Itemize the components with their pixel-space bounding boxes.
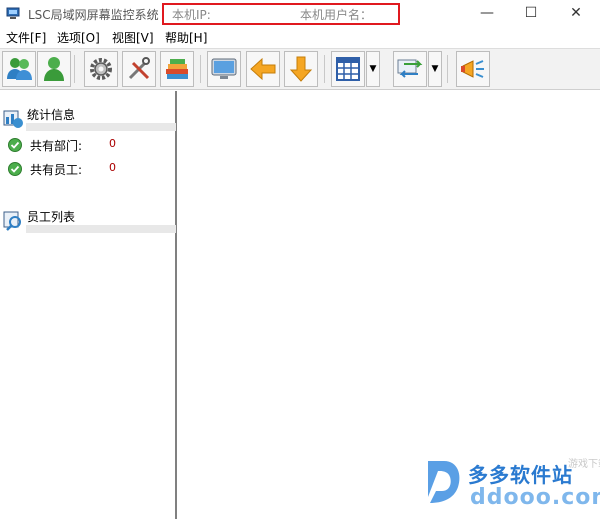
departments-label: 共有部门: <box>30 139 83 153</box>
statistics-title: 统计信息 <box>27 108 76 122</box>
layout-dropdown[interactable]: ▼ <box>366 51 380 87</box>
user-button[interactable] <box>37 51 71 87</box>
statistics-icon <box>3 110 23 128</box>
users-button[interactable] <box>2 51 36 87</box>
megaphone-icon <box>461 60 484 78</box>
user-icon <box>44 57 64 81</box>
menu-file[interactable]: 文件[F] <box>6 29 46 46</box>
left-panel: 统计信息 共有部门: 0 共有员工: 0 员工列表 <box>0 91 177 519</box>
title-bar: LSC局域网屏幕监控系统 本机IP: 本机用户名： — ☐ ✕ <box>0 0 600 26</box>
employee-list-icon <box>3 211 21 231</box>
tools-icon <box>128 57 150 80</box>
check-icon <box>8 162 22 176</box>
menu-help[interactable]: 帮助[H] <box>165 29 207 46</box>
employees-row: 共有员工: 0 <box>8 160 176 178</box>
host-ip-label: 本机IP: <box>172 8 211 22</box>
check-icon <box>8 138 22 152</box>
toolbar-separator <box>447 55 448 83</box>
layout-button[interactable] <box>331 51 365 87</box>
close-button[interactable]: ✕ <box>553 0 599 26</box>
section-divider <box>26 123 176 131</box>
gear-icon <box>90 58 112 80</box>
section-divider <box>26 225 176 233</box>
toolbar-separator <box>74 55 75 83</box>
employee-list-title[interactable]: 员工列表 <box>27 208 75 225</box>
arrow-left-icon <box>250 57 276 81</box>
employees-label: 共有员工: <box>30 163 83 177</box>
watermark-faint-text: 游戏下载网 <box>568 459 600 470</box>
watermark: 多多软件站 ddooo.com 游戏下载网 <box>422 453 600 519</box>
departments-row: 共有部门: 0 <box>8 136 176 154</box>
menu-options[interactable]: 选项[O] <box>57 29 100 46</box>
monitor-button[interactable] <box>207 51 241 87</box>
settings-button[interactable] <box>84 51 118 87</box>
transfer-dropdown[interactable]: ▼ <box>428 51 442 87</box>
books-button[interactable] <box>160 51 194 87</box>
menu-view[interactable]: 视图[V] <box>112 29 154 46</box>
arrow-down-icon <box>289 56 313 82</box>
download-button[interactable] <box>284 51 318 87</box>
books-icon <box>166 59 188 79</box>
employees-count: 0 <box>109 161 116 174</box>
back-button[interactable] <box>246 51 280 87</box>
watermark-name: 多多软件站 <box>468 463 573 487</box>
host-username-label: 本机用户名： <box>300 8 373 22</box>
toolbar-separator <box>200 55 201 83</box>
transfer-icon <box>397 59 423 78</box>
maximize-button[interactable]: ☐ <box>508 0 554 26</box>
users-icon <box>7 58 32 80</box>
toolbar: ▼ ▼ <box>0 48 600 90</box>
watermark-logo <box>428 461 460 503</box>
watermark-domain: ddooo.com <box>470 485 600 510</box>
tools-button[interactable] <box>122 51 156 87</box>
departments-count: 0 <box>109 137 116 150</box>
app-icon <box>6 7 20 19</box>
broadcast-button[interactable] <box>456 51 490 87</box>
grid-layout-icon <box>336 57 360 81</box>
monitor-icon <box>211 58 237 79</box>
transfer-button[interactable] <box>393 51 427 87</box>
minimize-button[interactable]: — <box>464 0 510 26</box>
window-title: LSC局域网屏幕监控系统 <box>28 8 159 22</box>
menu-bar: 文件[F] 选项[O] 视图[V] 帮助[H] <box>0 27 600 47</box>
toolbar-separator <box>324 55 325 83</box>
